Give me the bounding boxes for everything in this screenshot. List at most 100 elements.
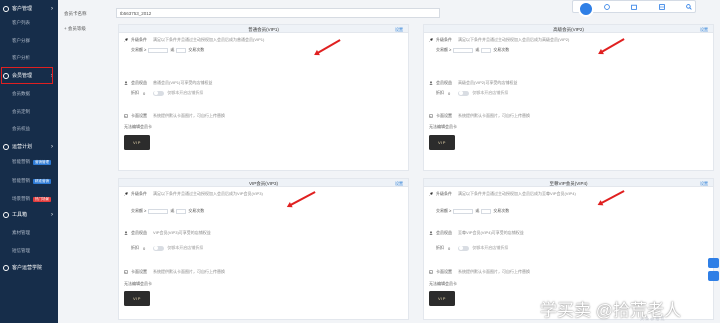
trade-count-input[interactable] <box>481 47 492 53</box>
card-header: 普通会员(VIP1) 设置 <box>119 25 408 33</box>
settings-link[interactable]: 设置 <box>700 27 708 33</box>
discount-row: 折扣 0 仅够本开启店铺折扣 <box>131 90 203 96</box>
card-face-label: 卡面设置 <box>436 269 452 274</box>
rights-desc: 普通会员(VIP1)可享受的店铺权益 <box>153 80 213 85</box>
sidebar-item[interactable]: 场景营销 热门场景 <box>12 196 51 202</box>
settings-link[interactable]: 设置 <box>395 181 403 187</box>
search-icon[interactable] <box>684 3 696 11</box>
trade-count-input[interactable] <box>176 208 187 214</box>
sidebar-item[interactable]: 会员数据 <box>12 91 30 97</box>
card-name-text: 无法编辑会员卡 <box>429 124 457 129</box>
rights-row: 会员权益 普通会员(VIP1)可享受的店铺权益 <box>124 80 212 86</box>
card-face-row: 卡面设置 系统提供默认卡面图片，可自行上传替换 <box>124 113 225 119</box>
discount-toggle[interactable] <box>153 245 165 251</box>
clock-icon[interactable] <box>601 3 613 11</box>
card-face-desc: 系统提供默认卡面图片，可自行上传替换 <box>458 269 530 274</box>
sidebar-group-tools[interactable]: 工具箱 › <box>0 208 58 221</box>
rights-desc: 至尊VIP会员(VIP4)可享受的店铺权益 <box>458 230 524 235</box>
image-icon <box>429 270 433 274</box>
discount-toggle[interactable] <box>458 245 470 251</box>
card-face-row: 卡面设置 系统提供默认卡面图片，可自行上传替换 <box>429 269 530 275</box>
sidebar-item[interactable]: 智能营销 精准营销 <box>12 178 51 184</box>
trade-count: 交易次数 <box>188 47 205 52</box>
card-header: 高级会员(VIP2) 设置 <box>424 25 713 33</box>
upgrade-label: 升级条件 <box>436 37 452 42</box>
sidebar-group-label: 工具箱 <box>12 212 28 218</box>
card-name-label: 会员卡名称 <box>64 11 87 16</box>
discount-label: 折扣 <box>436 90 444 95</box>
trade-row: 交易额 ≥ 或 交易次数 <box>436 47 509 53</box>
edit-icon[interactable] <box>708 258 719 268</box>
discount-toggle[interactable] <box>153 90 165 96</box>
card-face-desc: 系统提供默认卡面图片，可自行上传替换 <box>153 269 225 274</box>
upgrade-row: 升级条件 满足以下条件并且通过主动授权加入会员后成为普通会员(VIP1) <box>124 37 264 43</box>
sidebar-item[interactable]: 客户列表 <box>12 20 30 26</box>
discount-toggle[interactable] <box>458 90 470 96</box>
card-face-label: 卡面设置 <box>131 269 147 274</box>
card-name-input[interactable]: tb563753_2012 <box>116 8 440 18</box>
sidebar-item[interactable]: 客户分群 <box>12 38 30 44</box>
card-name-text: 无法编辑会员卡 <box>124 124 152 129</box>
sidebar-group-customer[interactable]: 客户管理 › <box>0 2 58 15</box>
card-title: 至尊VIP会员(VIP4) <box>549 180 588 186</box>
upgrade-label: 升级条件 <box>131 191 147 196</box>
trade-or: 或 <box>475 47 480 52</box>
table-icon[interactable] <box>656 3 668 11</box>
card-title: 普通会员(VIP1) <box>248 26 279 32</box>
watermark-sub: 头 条 @ 拾 荒 <box>640 316 665 321</box>
chevron-down-icon: › <box>51 211 53 218</box>
upgrade-desc: 满足以下条件并且通过主动授权加入会员后成为普通会员(VIP1) <box>153 37 265 42</box>
trade-label: 交易额 ≥ <box>131 47 147 52</box>
upgrade-label: 升级条件 <box>131 37 147 42</box>
app-logo[interactable] <box>578 1 594 17</box>
trade-amount-input[interactable] <box>453 208 474 214</box>
level-card-vip3: VIP会员(VIP3) 设置 升级条件 满足以下条件并且通过主动授权加入会员后成… <box>118 178 409 320</box>
sidebar-item[interactable]: 智能营销 营销管理 <box>12 159 51 165</box>
trade-label: 交易额 ≥ <box>436 208 452 213</box>
sidebar-item-label: 场景营销 <box>12 196 30 201</box>
level-card-vip1: 普通会员(VIP1) 设置 升级条件 满足以下条件并且通过主动授权加入会员后成为… <box>118 24 409 171</box>
settings-link[interactable]: 设置 <box>700 181 708 187</box>
upgrade-row: 升级条件 满足以下条件并且通过主动授权加入会员后成为VIP会员(VIP3) <box>124 191 263 197</box>
sidebar-tag: 营销管理 <box>33 160 51 165</box>
upgrade-desc: 满足以下条件并且通过主动授权加入会员后成为VIP会员(VIP3) <box>153 191 263 196</box>
rights-label: 会员权益 <box>436 80 452 85</box>
sidebar-tag: 热门场景 <box>33 197 51 202</box>
trade-count-input[interactable] <box>481 208 492 214</box>
card-name-text: 无法编辑会员卡 <box>124 281 152 286</box>
trade-row: 交易额 ≥ 或 交易次数 <box>436 208 509 214</box>
image-icon <box>124 114 128 118</box>
sidebar-item[interactable]: 会员权益 <box>12 126 30 132</box>
user-icon <box>124 81 128 85</box>
sidebar-item[interactable]: 素材管理 <box>12 230 30 236</box>
trade-row: 交易额 ≥ 或 交易次数 <box>131 47 204 53</box>
trade-amount-input[interactable] <box>148 208 169 214</box>
card-name-text: 无法编辑会员卡 <box>429 281 457 286</box>
sidebar-item[interactable]: 短信管理 <box>12 248 30 254</box>
trade-count: 交易次数 <box>188 208 205 213</box>
rights-row: 会员权益 VIP会员(VIP3)可享受的店铺权益 <box>124 230 211 236</box>
sidebar-item[interactable]: 客户分析 <box>12 55 30 61</box>
level-card-vip2: 高级会员(VIP2) 设置 升级条件 满足以下条件并且通过主动授权加入会员后成为… <box>423 24 714 171</box>
highlight-box <box>1 67 53 84</box>
rights-row: 会员权益 至尊VIP会员(VIP4)可享受的店铺权益 <box>429 230 524 236</box>
settings-link[interactable]: 设置 <box>395 27 403 33</box>
card-face-label: 卡面设置 <box>131 113 147 118</box>
trade-amount-input[interactable] <box>148 47 169 53</box>
rocket-icon <box>124 192 128 196</box>
trade-or: 或 <box>170 208 175 213</box>
calendar-icon[interactable] <box>629 3 641 11</box>
academy-icon <box>3 264 9 271</box>
card-face-desc: 系统提供默认卡面图片，可自行上传替换 <box>458 113 530 118</box>
card-title: VIP会员(VIP3) <box>248 180 278 186</box>
chevron-down-icon: › <box>51 143 53 150</box>
discount-value: 0 <box>143 90 146 96</box>
help-icon[interactable] <box>708 271 719 281</box>
trade-count-input[interactable] <box>176 47 187 53</box>
sidebar-item[interactable]: 会员定制 <box>12 109 30 115</box>
trade-amount-input[interactable] <box>453 47 474 53</box>
vip-card-image: VIP <box>429 135 455 150</box>
sidebar-group-academy[interactable]: 客户运营学院 <box>0 261 58 274</box>
sidebar-group-operation[interactable]: 运营计划 › <box>0 140 58 153</box>
upgrade-desc: 满足以下条件并且通过主动授权加入会员后成为至尊VIP会员(VIP4) <box>458 191 576 196</box>
